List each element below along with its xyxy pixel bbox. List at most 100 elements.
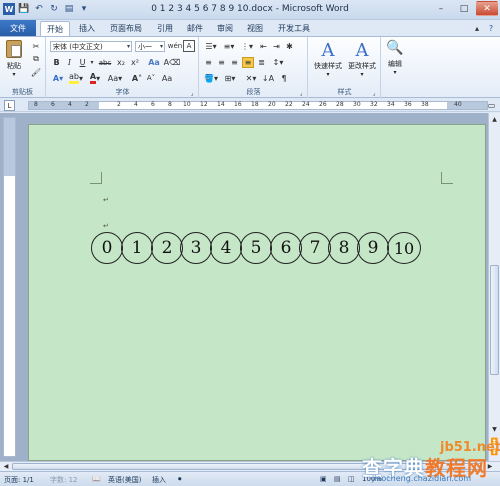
align-right-icon[interactable]: ≡ [229,57,240,68]
tab-review[interactable]: 审阅 [212,21,238,36]
chevron-down-icon[interactable]: ▾ [89,57,95,68]
align-left-icon[interactable]: ≡ [203,57,214,68]
underline-button[interactable]: U [77,57,88,68]
circled-number[interactable]: 0 [91,232,123,264]
vertical-scrollbar[interactable]: ▲ ▼ ⏫ ⏬ [488,113,500,461]
dialog-launcher-icon[interactable]: ⌟ [188,89,196,97]
circled-number[interactable]: 8 [328,232,360,264]
phonetic-guide-icon[interactable]: wén [168,40,182,52]
multilevel-list-icon[interactable]: ⋮▾ [239,41,255,52]
circled-number[interactable]: 7 [299,232,331,264]
highlight-color-icon[interactable]: ab ▾ [68,72,84,84]
save-icon[interactable]: 💾 [18,3,30,15]
numbering-icon[interactable]: ≡▾ [221,41,237,52]
web-layout-icon[interactable]: ◫ [348,475,355,483]
bullets-icon[interactable]: ☰▾ [203,41,219,52]
circled-number[interactable]: 1 [121,232,153,264]
ribbon-minimize-icon[interactable]: ▴ [472,23,482,33]
text-effects-icon[interactable]: A▾ [51,72,65,84]
vertical-scroll-thumb[interactable] [490,265,499,375]
bold-button[interactable]: B [51,57,62,68]
char-shading-icon[interactable]: Aa▾ [107,72,123,84]
undo-icon[interactable]: ↶ [33,3,45,15]
insert-mode-indicator[interactable]: 插入 [152,475,166,485]
strikethrough-button[interactable]: abc [97,57,113,68]
circled-number[interactable]: 10 [387,232,421,264]
macro-record-icon[interactable]: ⏺ [178,475,182,484]
tab-file[interactable]: 文件 [0,20,36,36]
vertical-ruler[interactable] [3,117,16,457]
paragraph-mark: ↵ [103,222,109,230]
dialog-launcher-icon[interactable]: ⌟ [297,89,305,97]
circled-number[interactable]: 9 [357,232,389,264]
paste-button[interactable]: 粘贴 ▾ [3,40,25,78]
dialog-launcher-icon[interactable]: ⌟ [370,89,378,97]
maximize-button[interactable]: □ [453,1,475,16]
customize-qat-icon[interactable]: ▾ [78,3,90,15]
word-logo-icon[interactable]: W [3,3,15,15]
tab-selector-icon[interactable]: L [4,100,15,111]
full-screen-reading-icon[interactable]: ▤ [334,475,341,483]
italic-button[interactable]: I [64,57,75,68]
clear-formatting-icon[interactable]: A⌫ [164,57,181,68]
circled-number[interactable]: 3 [180,232,212,264]
window-title: 0 1 2 3 4 5 6 7 8 9 10.docx - Microsoft … [151,4,349,14]
help-icon[interactable]: ? [486,23,496,33]
ruler-number: 4 [68,101,72,108]
redo-icon[interactable]: ↻ [48,3,60,15]
shading-icon[interactable]: 🪣▾ [203,72,219,84]
tab-home[interactable]: 开始 [40,21,70,36]
chinese-layout-icon[interactable]: ✱ [284,41,295,52]
character-border-icon[interactable]: Aa [161,72,173,84]
increase-indent-icon[interactable]: ⇥ [271,41,282,52]
copy-icon[interactable]: ⧉ [30,53,42,65]
change-case-icon[interactable]: Aa [147,57,161,68]
tab-page-layout[interactable]: 页面布局 [104,21,148,36]
shrink-font-icon[interactable]: A˅ [145,72,157,84]
print-layout-icon[interactable]: ▣ [320,475,327,483]
align-center-icon[interactable]: ≡ [216,57,227,68]
grow-font-icon[interactable]: A˄ [131,72,143,84]
justify-icon[interactable]: ≡ [242,57,254,68]
circled-number[interactable]: 4 [210,232,242,264]
font-size-combo[interactable]: 小一 ▾ [135,41,165,52]
asian-typography-icon[interactable]: ✕▾ [244,72,258,84]
format-painter-icon[interactable]: 🖌 [30,66,42,78]
subscript-button[interactable]: x₂ [115,57,127,68]
close-button[interactable]: ✕ [476,1,498,16]
enclose-characters-icon[interactable]: A [183,40,195,52]
editing-button[interactable]: 🔍 编辑 ▾ [385,40,405,76]
tab-insert[interactable]: 插入 [74,21,100,36]
horizontal-ruler[interactable]: 8 6 4 2 2 4 6 8 10 12 14 16 18 20 22 24 … [28,101,488,110]
tab-mailings[interactable]: 邮件 [182,21,208,36]
tab-developer[interactable]: 开发工具 [272,21,316,36]
scroll-left-icon[interactable]: ◀ [2,462,10,471]
cut-icon[interactable]: ✂ [30,40,42,52]
quick-styles-button[interactable]: A 快速样式 ▾ [312,40,344,78]
proofing-icon[interactable]: 📖 [92,475,101,483]
print-preview-icon[interactable]: ▤ [63,3,75,15]
view-ruler-icon[interactable]: ▭ [486,100,497,111]
tab-view[interactable]: 视图 [242,21,268,36]
circled-number[interactable]: 5 [240,232,272,264]
font-group: 宋体 (中文正文) ▾ 小一 ▾ wén A B I U ▾ abc x₂ x²… [47,37,199,98]
distributed-icon[interactable]: ≣ [256,57,267,68]
circled-number[interactable]: 2 [151,232,183,264]
change-styles-button[interactable]: A 更改样式 ▾ [346,40,378,78]
minimize-button[interactable]: – [430,1,452,16]
scroll-down-icon[interactable]: ▼ [490,425,499,434]
tab-references[interactable]: 引用 [152,21,178,36]
sort-icon[interactable]: ↓A [262,72,274,84]
circled-number[interactable]: 6 [270,232,302,264]
superscript-button[interactable]: x² [129,57,141,68]
font-color-icon[interactable]: A ▾ [87,72,103,84]
line-spacing-icon[interactable]: ↕▾ [270,57,286,68]
word-count[interactable]: 字数: 12 [50,475,78,485]
language-indicator[interactable]: 英语(美国) [108,475,141,485]
decrease-indent-icon[interactable]: ⇤ [258,41,269,52]
borders-icon[interactable]: ⊞▾ [222,72,238,84]
page-count[interactable]: 页面: 1/1 [4,475,34,485]
scroll-up-icon[interactable]: ▲ [490,115,499,124]
show-marks-icon[interactable]: ¶ [278,72,290,84]
font-name-combo[interactable]: 宋体 (中文正文) ▾ [50,41,132,52]
